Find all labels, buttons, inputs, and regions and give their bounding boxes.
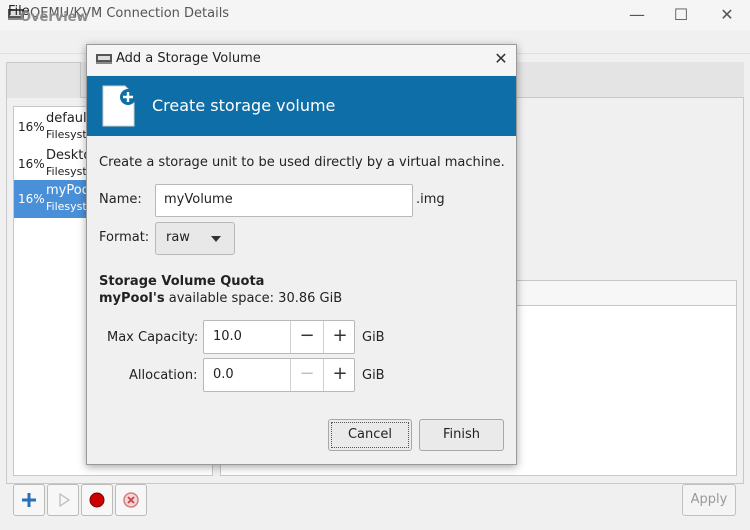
app-icon bbox=[96, 54, 112, 64]
plus-icon bbox=[22, 493, 36, 507]
format-label: Format: bbox=[99, 230, 150, 245]
new-volume-icon bbox=[102, 85, 136, 127]
format-value: raw bbox=[166, 230, 190, 245]
quota-pool-name: myPool's bbox=[99, 291, 165, 306]
close-window-button[interactable]: ✕ bbox=[716, 4, 738, 26]
tab-overview-label: Overview bbox=[20, 10, 89, 25]
add-pool-button[interactable] bbox=[13, 484, 45, 516]
max-capacity-unit: GiB bbox=[362, 330, 385, 345]
delete-icon bbox=[123, 492, 139, 508]
stop-pool-button[interactable] bbox=[81, 484, 113, 516]
pool-usage: 16% bbox=[18, 192, 45, 206]
tab-overview[interactable] bbox=[6, 62, 81, 98]
allocation-label: Allocation: bbox=[129, 368, 198, 383]
quota-available: available space: 30.86 GiB bbox=[164, 291, 343, 306]
name-label: Name: bbox=[99, 192, 142, 207]
allocation-unit: GiB bbox=[362, 368, 385, 383]
max-capacity-spinner[interactable]: 10.0 − + bbox=[203, 320, 355, 354]
max-capacity-label: Max Capacity: bbox=[107, 330, 199, 345]
quota-title: Storage Volume Quota bbox=[99, 274, 265, 289]
allocation-spinner[interactable]: 0.0 − + bbox=[203, 358, 355, 392]
apply-button[interactable]: Apply bbox=[682, 484, 736, 516]
extension-label: .img bbox=[416, 192, 445, 207]
allocation-decrement[interactable]: − bbox=[290, 359, 323, 391]
allocation-value: 0.0 bbox=[213, 367, 234, 382]
max-capacity-decrement[interactable]: − bbox=[290, 321, 323, 353]
dialog-close-button[interactable]: ✕ bbox=[490, 48, 512, 70]
record-icon bbox=[89, 492, 105, 508]
delete-pool-button[interactable] bbox=[115, 484, 147, 516]
max-capacity-value: 10.0 bbox=[213, 329, 242, 344]
minimize-button[interactable]: — bbox=[626, 4, 648, 26]
play-icon bbox=[59, 492, 71, 508]
pool-usage: 16% bbox=[18, 157, 45, 171]
volume-name-value: myVolume bbox=[164, 192, 233, 207]
maximize-button[interactable]: ☐ bbox=[670, 4, 692, 26]
pool-usage: 16% bbox=[18, 120, 45, 134]
dialog-description: Create a storage unit to be used directl… bbox=[99, 155, 505, 170]
banner-title: Create storage volume bbox=[152, 96, 336, 115]
start-pool-button[interactable] bbox=[47, 484, 79, 516]
allocation-increment[interactable]: + bbox=[323, 359, 356, 391]
dialog-title: Add a Storage Volume bbox=[116, 51, 261, 66]
dropdown-arrow-icon bbox=[211, 236, 221, 242]
max-capacity-increment[interactable]: + bbox=[323, 321, 356, 353]
quota-info: myPool's available space: 30.86 GiB bbox=[99, 291, 342, 306]
finish-button[interactable]: Finish bbox=[419, 419, 504, 451]
pool-name: default bbox=[46, 111, 92, 126]
cancel-button[interactable]: Cancel bbox=[328, 419, 412, 451]
